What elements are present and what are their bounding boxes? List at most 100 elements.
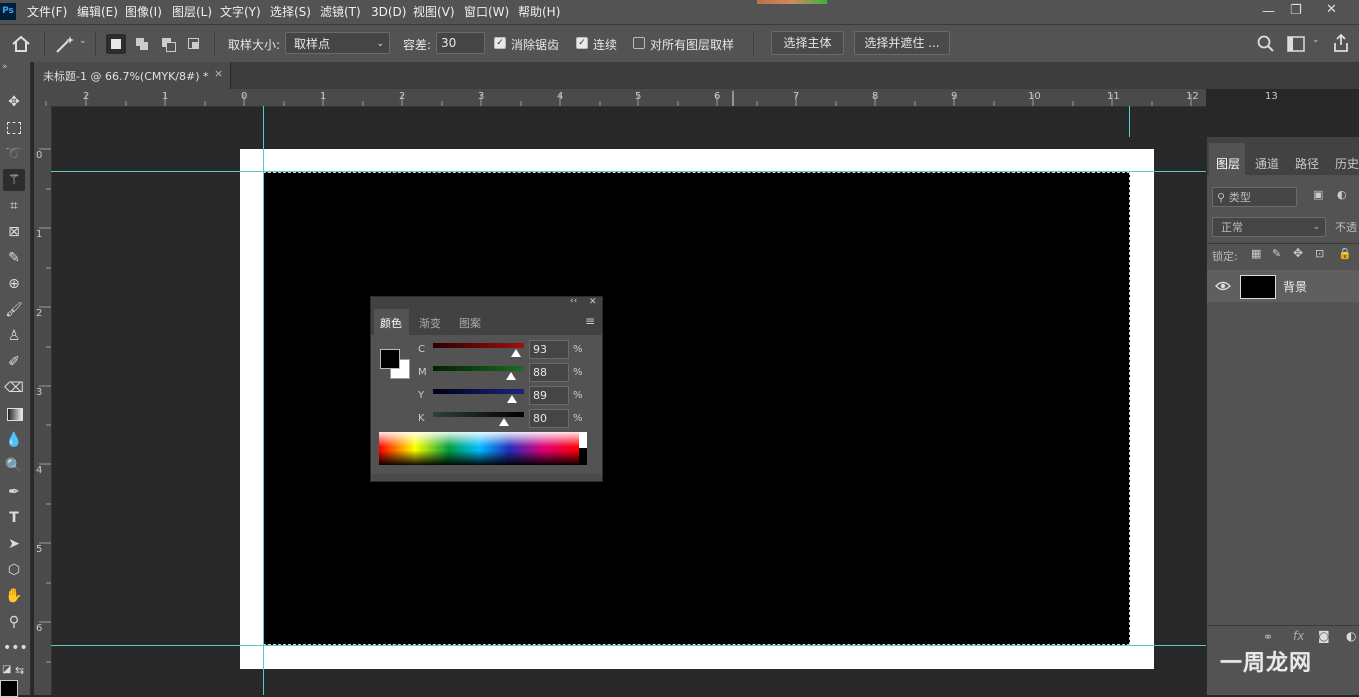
crop-tool-icon[interactable]: ⌗ bbox=[3, 195, 25, 217]
workspace-icon[interactable] bbox=[1287, 36, 1305, 52]
blend-mode-select[interactable]: 正常 ⌄ bbox=[1212, 217, 1326, 237]
close-panel-icon[interactable]: ✕ bbox=[589, 297, 597, 307]
hand-tool-icon[interactable]: ✋ bbox=[3, 585, 25, 607]
panel-drag-bar[interactable] bbox=[371, 297, 602, 307]
swap-colors-icon[interactable]: ⇆ bbox=[15, 664, 24, 677]
menu-view[interactable]: 视图(V) bbox=[413, 0, 455, 24]
menu-edit[interactable]: 编辑(E) bbox=[77, 0, 118, 24]
black-swatch[interactable] bbox=[579, 448, 587, 465]
tab-channels[interactable]: 通道 bbox=[1255, 155, 1279, 172]
share-icon[interactable] bbox=[1332, 33, 1350, 53]
default-colors-icon[interactable]: ◪ bbox=[2, 664, 11, 675]
expand-toolbar-icon[interactable]: » bbox=[2, 62, 8, 72]
lock-pixels-icon[interactable]: ✎ bbox=[1272, 247, 1281, 260]
image-filter-icon[interactable]: ▣ bbox=[1313, 188, 1323, 201]
frame-tool-icon[interactable]: ⊠ bbox=[3, 221, 25, 243]
all-layers-checkbox[interactable] bbox=[633, 37, 645, 49]
channel-y-slider[interactable] bbox=[433, 389, 524, 394]
contiguous-checkbox[interactable]: ✓ bbox=[576, 37, 588, 49]
tab-layers[interactable]: 图层 bbox=[1209, 143, 1245, 175]
gradient-tool-icon[interactable] bbox=[3, 403, 25, 425]
menu-filter[interactable]: 滤镜(T) bbox=[320, 0, 361, 24]
menu-select[interactable]: 选择(S) bbox=[270, 0, 311, 24]
select-and-mask-button[interactable]: 选择并遮住 ... bbox=[854, 31, 950, 55]
tab-paths[interactable]: 路径 bbox=[1295, 155, 1319, 172]
dodge-tool-icon[interactable]: 🔍 bbox=[3, 455, 25, 477]
magic-wand-tool-icon[interactable]: ⚚ bbox=[3, 169, 25, 191]
guide-horizontal-bottom[interactable] bbox=[51, 645, 1206, 646]
channel-y-thumb[interactable] bbox=[507, 395, 517, 403]
white-swatch[interactable] bbox=[579, 432, 587, 448]
more-tools-icon[interactable]: ••• bbox=[3, 637, 28, 659]
minimize-button[interactable]: — bbox=[1262, 4, 1275, 19]
restore-button[interactable]: ❐ bbox=[1290, 3, 1302, 18]
tab-color[interactable]: 颜色 bbox=[374, 309, 409, 335]
collapse-panel-icon[interactable]: ‹‹ bbox=[570, 296, 577, 306]
clone-stamp-tool-icon[interactable]: ♙ bbox=[3, 325, 25, 347]
tolerance-input[interactable] bbox=[436, 32, 485, 54]
select-subject-button[interactable]: 选择主体 bbox=[771, 31, 844, 55]
color-spectrum[interactable] bbox=[379, 432, 579, 465]
blur-tool-icon[interactable]: 💧 bbox=[3, 429, 25, 451]
channel-y-value[interactable]: 89 bbox=[529, 386, 569, 405]
panel-menu-icon[interactable]: ≡ bbox=[585, 314, 595, 328]
move-tool-icon[interactable]: ✥ bbox=[3, 91, 25, 113]
channel-k-value[interactable]: 80 bbox=[529, 409, 569, 428]
lock-position-icon[interactable]: ✥ bbox=[1293, 246, 1303, 260]
menu-type[interactable]: 文字(Y) bbox=[220, 0, 261, 24]
chevron-down-icon[interactable]: ⌄ bbox=[1312, 35, 1320, 45]
pen-tool-icon[interactable]: ✒ bbox=[3, 481, 25, 503]
channel-m-value[interactable]: 88 bbox=[529, 363, 569, 382]
intersect-selection-button[interactable] bbox=[184, 34, 204, 54]
new-selection-button[interactable] bbox=[106, 34, 126, 54]
foreground-color-swatch[interactable] bbox=[380, 349, 400, 369]
layer-name[interactable]: 背景 bbox=[1283, 278, 1307, 295]
adjustment-filter-icon[interactable]: ◐ bbox=[1337, 188, 1347, 201]
menu-help[interactable]: 帮助(H) bbox=[518, 0, 560, 24]
brush-tool-icon[interactable]: 🖌 bbox=[3, 299, 25, 321]
layer-row[interactable]: 背景 bbox=[1207, 270, 1359, 302]
tab-gradient[interactable]: 渐变 bbox=[419, 315, 441, 331]
magic-wand-icon[interactable] bbox=[54, 34, 76, 54]
guide-vertical-left[interactable] bbox=[263, 106, 264, 695]
channel-m-slider[interactable] bbox=[433, 366, 524, 371]
tab-pattern[interactable]: 图案 bbox=[459, 315, 481, 331]
channel-c-thumb[interactable] bbox=[511, 349, 521, 357]
channel-c-value[interactable]: 93 bbox=[529, 340, 569, 359]
channel-m-thumb[interactable] bbox=[506, 372, 516, 380]
channel-c-slider[interactable] bbox=[433, 343, 524, 348]
adjustment-layer-icon[interactable]: ◐ bbox=[1346, 629, 1356, 643]
type-tool-icon[interactable]: T bbox=[3, 507, 25, 529]
channel-k-thumb[interactable] bbox=[499, 418, 509, 426]
lasso-tool-icon[interactable]: ➰ bbox=[3, 143, 25, 165]
channel-k-slider[interactable] bbox=[433, 412, 524, 417]
menu-layer[interactable]: 图层(L) bbox=[172, 0, 212, 24]
healing-brush-tool-icon[interactable]: ⊕ bbox=[3, 273, 25, 295]
close-tab-icon[interactable]: × bbox=[214, 67, 223, 80]
lock-all-icon[interactable]: 🔒 bbox=[1338, 247, 1352, 260]
anti-alias-checkbox[interactable]: ✓ bbox=[494, 37, 506, 49]
layer-filter-select[interactable]: ⚲ 类型 bbox=[1212, 187, 1297, 207]
link-layers-icon[interactable]: ⚭ bbox=[1263, 630, 1273, 644]
document-tab[interactable]: 未标题-1 @ 66.7%(CMYK/8#) * × bbox=[34, 62, 231, 89]
menu-3d[interactable]: 3D(D) bbox=[371, 0, 406, 24]
add-mask-icon[interactable]: ◙ bbox=[1318, 629, 1330, 643]
tab-history[interactable]: 历史 bbox=[1335, 155, 1359, 172]
menu-window[interactable]: 窗口(W) bbox=[464, 0, 509, 24]
subtract-from-selection-button[interactable] bbox=[158, 34, 178, 54]
guide-vertical-right[interactable] bbox=[1129, 106, 1130, 137]
path-selection-tool-icon[interactable]: ➤ bbox=[3, 533, 25, 555]
fx-icon[interactable]: fx bbox=[1293, 629, 1304, 643]
eyedropper-tool-icon[interactable]: ✎ bbox=[3, 247, 25, 269]
search-icon[interactable] bbox=[1257, 35, 1275, 53]
panel-resize-handle[interactable] bbox=[371, 474, 602, 481]
eye-icon[interactable] bbox=[1215, 280, 1231, 292]
lock-artboard-icon[interactable]: ⊡ bbox=[1315, 247, 1324, 260]
chevron-down-icon[interactable]: ⌄ bbox=[79, 36, 87, 46]
sample-size-select[interactable]: 取样点 ⌄ bbox=[285, 32, 390, 54]
lock-transparency-icon[interactable]: ▦ bbox=[1251, 247, 1261, 260]
add-to-selection-button[interactable] bbox=[132, 34, 152, 54]
foreground-color-swatch[interactable] bbox=[0, 680, 18, 697]
guide-horizontal-top[interactable] bbox=[51, 171, 1206, 172]
home-icon[interactable] bbox=[11, 35, 31, 53]
